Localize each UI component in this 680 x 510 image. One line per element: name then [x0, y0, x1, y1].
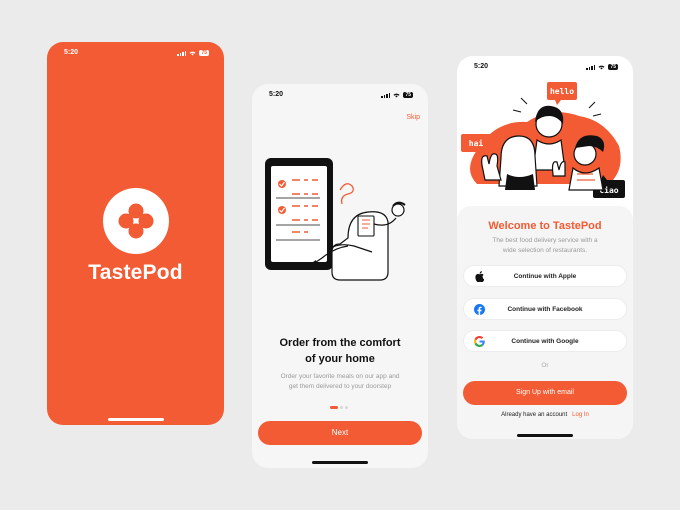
welcome-screen: 5:20 75 hello hai ciao Welcome to TasteP…: [457, 56, 633, 439]
four-petal-clover-icon: [118, 203, 154, 239]
brand-name: TastePod: [88, 261, 183, 284]
page-indicator: [330, 406, 348, 409]
apple-icon: [474, 271, 485, 282]
app-logo: [103, 188, 169, 254]
page-dot: [340, 406, 343, 409]
home-indicator[interactable]: [312, 461, 368, 464]
onboarding-screen: 5:20 75 Skip Order from the comfort of y…: [252, 84, 428, 468]
wifi-icon: [189, 51, 196, 55]
login-prompt: Already have an account Log In: [457, 412, 633, 418]
home-indicator[interactable]: [517, 434, 573, 437]
status-time: 5:20: [269, 91, 284, 98]
title-line: of your home: [305, 353, 375, 365]
signup-email-button[interactable]: Sign Up with email: [463, 381, 627, 405]
description-line: get them delivered to your doorstep: [288, 383, 392, 390]
skip-button[interactable]: Skip: [406, 114, 420, 121]
or-divider: Or: [541, 362, 549, 369]
greeting-illustration: hello hai ciao: [461, 82, 625, 198]
onboarding-title: Order from the comfort of your home: [262, 335, 418, 367]
battery-icon: 75: [608, 64, 618, 70]
wifi-icon: [393, 93, 400, 97]
button-label: Continue with Facebook: [507, 305, 583, 313]
button-label: Continue with Google: [511, 337, 579, 345]
battery-icon: 75: [199, 50, 209, 56]
status-time: 5:20: [474, 63, 489, 70]
continue-google-button[interactable]: Continue with Google: [463, 330, 627, 352]
google-icon: [474, 336, 485, 347]
button-label: Continue with Apple: [513, 272, 577, 280]
onboarding-illustration: [265, 158, 406, 281]
wifi-icon: [598, 65, 605, 69]
have-account-text: Already have an account: [501, 412, 568, 418]
status-time: 5:20: [64, 49, 79, 56]
signal-icon: [177, 50, 187, 56]
login-link[interactable]: Log In: [572, 412, 589, 418]
page-dot-active: [330, 406, 338, 409]
title-line: Order from the comfort: [279, 337, 401, 349]
welcome-description: The best food delivery service with a wi…: [473, 236, 617, 256]
signal-icon: [586, 64, 596, 70]
facebook-icon: [474, 304, 485, 315]
continue-facebook-button[interactable]: Continue with Facebook: [463, 298, 627, 320]
next-button[interactable]: Next: [258, 421, 422, 445]
continue-apple-button[interactable]: Continue with Apple: [463, 265, 627, 287]
status-bar: 5:20 75: [47, 42, 224, 62]
home-indicator[interactable]: [107, 418, 164, 421]
bubble-hello: hello: [550, 87, 574, 96]
signal-icon: [381, 92, 391, 98]
status-bar: 5:20 75: [457, 56, 633, 76]
battery-icon: 75: [403, 92, 413, 98]
status-bar: 5:20 75: [252, 84, 428, 104]
welcome-title: Welcome to TastePod: [488, 220, 602, 232]
splash-screen: 5:20 75 TastePod: [47, 42, 224, 425]
page-dot: [345, 406, 348, 409]
onboarding-description: Order your favorite meals on our app and…: [268, 372, 412, 392]
bubble-hai: hai: [469, 138, 484, 148]
description-line: wide selection of restaurants.: [502, 247, 588, 254]
description-line: The best food delivery service with a: [492, 237, 598, 244]
description-line: Order your favorite meals on our app and: [280, 373, 400, 380]
